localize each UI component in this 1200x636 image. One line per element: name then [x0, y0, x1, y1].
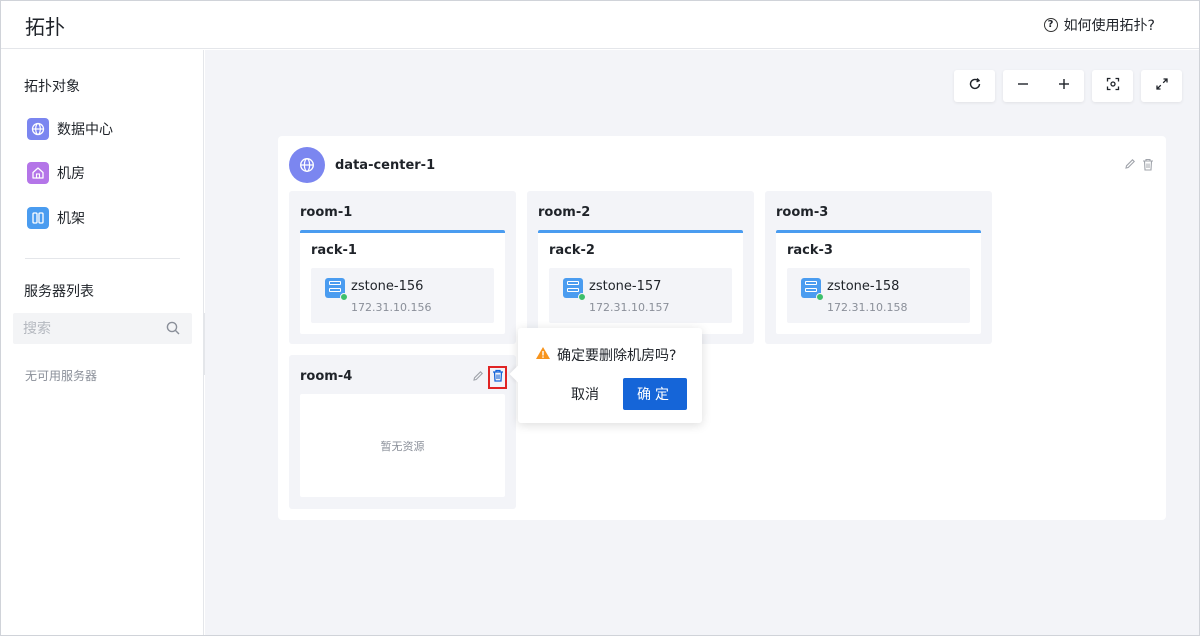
sidebar-item-datacenter[interactable]: 数据中心	[27, 118, 113, 140]
page-title: 拓扑	[25, 15, 65, 39]
sidebar-divider	[25, 258, 180, 259]
room-card: room-2 rack-2 zstone-157 172.31.10.157	[527, 191, 754, 344]
empty-room-body: 暂无资源	[300, 394, 505, 497]
zoom-in-icon[interactable]	[1057, 77, 1071, 95]
fullscreen-button[interactable]	[1141, 70, 1182, 102]
question-icon: ?	[1043, 18, 1058, 32]
page-header: 拓扑 ? 如何使用拓扑?	[1, 1, 1199, 49]
search-input[interactable]	[23, 320, 163, 337]
trash-icon[interactable]	[1142, 158, 1154, 175]
rack-card: rack-3 zstone-158 172.31.10.158	[776, 230, 981, 334]
globe-icon	[289, 147, 325, 183]
rack-card: rack-1 zstone-156 172.31.10.156	[300, 230, 505, 334]
sidebar-item-room[interactable]: 机房	[27, 162, 85, 184]
server-item[interactable]: zstone-157 172.31.10.157	[549, 268, 732, 323]
online-status-dot	[816, 293, 824, 301]
refresh-button[interactable]	[954, 70, 995, 102]
search-icon[interactable]	[166, 321, 180, 339]
confirm-message: 确定要删除机房吗?	[535, 345, 676, 365]
server-item[interactable]: zstone-156 172.31.10.156	[311, 268, 494, 323]
confirm-button[interactable]: 确定	[623, 378, 687, 410]
rack-card: rack-2 zstone-157 172.31.10.157	[538, 230, 743, 334]
help-link[interactable]: ? 如何使用拓扑?	[1043, 15, 1155, 35]
server-name: zstone-158	[827, 279, 900, 294]
house-icon	[27, 162, 49, 184]
server-name: zstone-157	[589, 279, 662, 294]
empty-resource-text: 暂无资源	[380, 439, 425, 453]
trash-icon	[492, 369, 504, 386]
empty-servers-text: 无可用服务器	[25, 369, 98, 383]
room-name: room-3	[776, 205, 829, 220]
room-card: room-4 暂无资源	[289, 355, 516, 509]
room-card: room-1 rack-1 zstone-156 172.31.10.156	[289, 191, 516, 344]
server-icon	[563, 278, 586, 301]
rack-icon	[27, 207, 49, 229]
sidebar-item-label: 机房	[57, 166, 85, 182]
server-ip: 172.31.10.156	[351, 301, 432, 314]
topology-objects-title: 拓扑对象	[24, 79, 80, 95]
rack-name: rack-3	[787, 243, 833, 258]
server-icon	[801, 278, 824, 301]
server-ip: 172.31.10.157	[589, 301, 670, 314]
rack-name: rack-2	[549, 243, 595, 258]
datacenter-name: data-center-1	[335, 157, 436, 173]
focus-button[interactable]	[1092, 70, 1133, 102]
online-status-dot	[578, 293, 586, 301]
server-icon	[325, 278, 348, 301]
rack-name: rack-1	[311, 243, 357, 258]
focus-icon	[1106, 77, 1120, 95]
fullscreen-icon	[1155, 77, 1169, 95]
confirm-text: 确定要删除机房吗?	[557, 348, 677, 364]
server-search	[13, 313, 192, 344]
room-name: room-1	[300, 205, 353, 220]
zoom-controls	[1003, 70, 1084, 102]
online-status-dot	[340, 293, 348, 301]
help-label: 如何使用拓扑?	[1063, 18, 1155, 34]
datacenter-header: data-center-1	[289, 147, 435, 183]
sidebar-item-rack[interactable]: 机架	[27, 207, 85, 229]
warning-icon	[535, 346, 551, 364]
refresh-icon	[968, 77, 982, 95]
datacenter-actions	[1124, 158, 1154, 175]
sidebar-item-label: 机架	[57, 211, 85, 227]
delete-room-button[interactable]	[488, 366, 507, 389]
edit-icon[interactable]	[472, 370, 484, 386]
server-ip: 172.31.10.158	[827, 301, 908, 314]
room-name: room-4	[300, 369, 353, 384]
globe-icon	[27, 118, 49, 140]
server-name: zstone-156	[351, 279, 424, 294]
sidebar: 拓扑对象 数据中心 机房 机架 服务器列表 无可用服务器	[1, 50, 204, 635]
room-card: room-3 rack-3 zstone-158 172.31.10.158	[765, 191, 992, 344]
server-item[interactable]: zstone-158 172.31.10.158	[787, 268, 970, 323]
sidebar-item-label: 数据中心	[57, 122, 113, 138]
server-list-title: 服务器列表	[24, 284, 94, 300]
zoom-out-icon[interactable]	[1016, 77, 1030, 95]
room-name: room-2	[538, 205, 591, 220]
cancel-button[interactable]: 取消	[560, 378, 610, 410]
edit-icon[interactable]	[1124, 158, 1136, 175]
delete-confirm-popover: 确定要删除机房吗? 取消 确定	[518, 328, 702, 423]
room-actions	[472, 366, 507, 389]
